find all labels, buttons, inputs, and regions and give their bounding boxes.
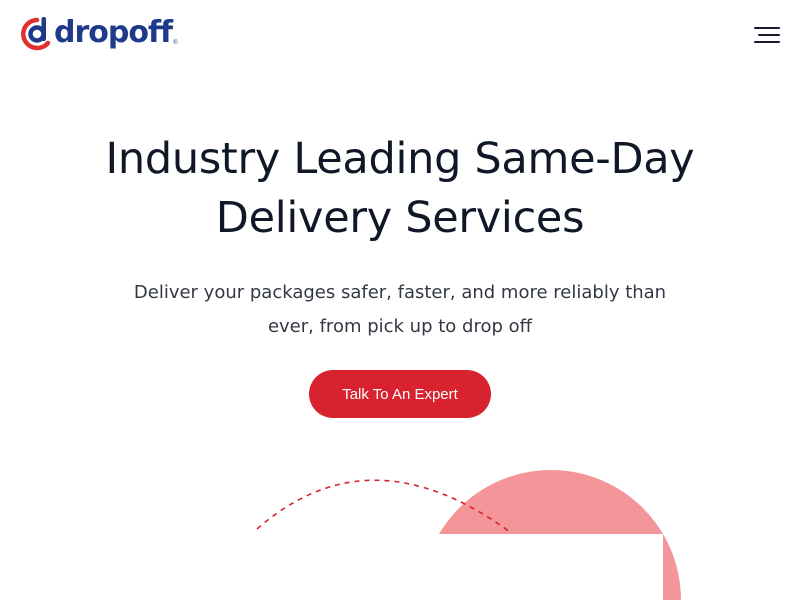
hero-subtitle: Deliver your packages safer, faster, and…	[133, 282, 667, 337]
page: dropoff ® Industry Leading Same-Day Deli…	[0, 0, 800, 600]
logo-mark-icon	[20, 16, 53, 52]
site-header: dropoff ®	[0, 0, 800, 70]
registered-mark: ®	[173, 40, 178, 46]
dropoff-logo[interactable]: dropoff ®	[20, 12, 178, 56]
logo-text: dropoff	[54, 15, 173, 50]
hero-title: Industry Leading Same-Day Delivery Servi…	[105, 134, 695, 243]
hamburger-menu-icon[interactable]	[752, 24, 780, 46]
white-card-shape	[418, 534, 663, 600]
hero-illustration	[0, 440, 800, 600]
talk-to-expert-button[interactable]: Talk To An Expert	[309, 370, 491, 418]
